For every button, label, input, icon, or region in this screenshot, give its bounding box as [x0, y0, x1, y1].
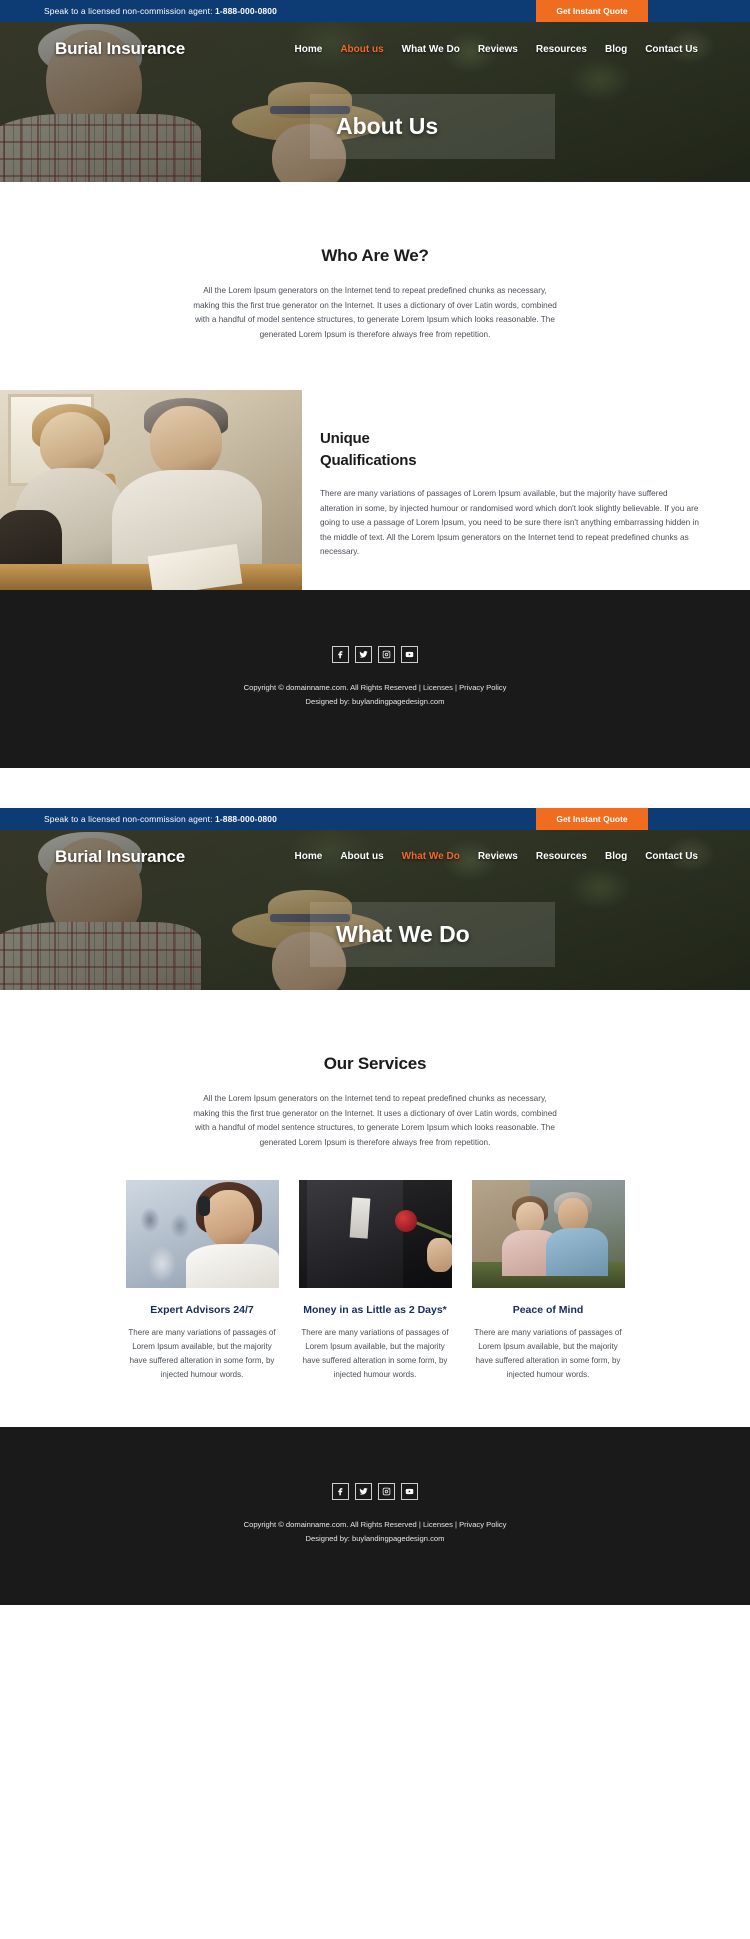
senior-couple-photo [471, 1180, 625, 1289]
top-utility-bar: Speak to a licensed non-commission agent… [0, 0, 750, 22]
who-are-we-heading: Who Are We? [321, 246, 429, 265]
service-card-title: Expert Advisors 24/7 [150, 1304, 254, 1317]
youtube-icon[interactable] [401, 646, 418, 664]
agent-phone-message: Speak to a licensed non-commission agent… [44, 6, 277, 16]
page-separator [0, 767, 750, 808]
consultation-photo [0, 390, 302, 591]
service-card-title: Money in as Little as 2 Days* [303, 1304, 447, 1317]
copyright-line[interactable]: Copyright © domainname.com. All Rights R… [0, 1518, 750, 1531]
site-logo-2[interactable]: Burial Insurance [55, 847, 185, 867]
unique-qualifications-text: Unique Qualifications There are many var… [302, 390, 750, 590]
hero-title-panel: About Us [310, 94, 555, 159]
instagram-icon[interactable] [378, 646, 395, 664]
footer-copyright-block-2: Copyright © domainname.com. All Rights R… [0, 1518, 750, 1545]
nav-item-home-2[interactable]: Home [295, 851, 323, 862]
copyright-line[interactable]: Copyright © domainname.com. All Rights R… [0, 681, 750, 694]
main-navigation-bar-2: Burial Insurance Home About us What We D… [0, 830, 750, 884]
service-card[interactable]: Peace of Mind There are many variations … [471, 1180, 625, 1381]
nav-item-blog-2[interactable]: Blog [605, 851, 627, 862]
facebook-icon[interactable] [332, 1483, 349, 1501]
nav-item-about-us[interactable]: About us [340, 44, 383, 55]
service-card-description: There are many variations of passages of… [474, 1328, 622, 1379]
hero-banner-what-we-do: Burial Insurance Home About us What We D… [0, 829, 750, 990]
twitter-icon[interactable] [355, 646, 372, 664]
nav-item-blog[interactable]: Blog [605, 44, 627, 55]
agent-message-prefix-2: Speak to a licensed non-commission agent… [44, 813, 213, 824]
youtube-icon[interactable] [401, 1483, 418, 1501]
nav-item-about-us-2[interactable]: About us [340, 851, 383, 862]
footer-copyright-block: Copyright © domainname.com. All Rights R… [0, 681, 750, 708]
page-title-what-we-do: What We Do [336, 920, 470, 947]
nav-item-what-we-do-2[interactable]: What We Do [402, 851, 460, 862]
our-services-section: Our Services All the Lorem Ipsum generat… [0, 989, 750, 1428]
nav-item-reviews[interactable]: Reviews [478, 44, 518, 55]
agent-phone-message-2: Speak to a licensed non-commission agent… [44, 814, 277, 824]
nav-links-group-2: Home About us What We Do Reviews Resourc… [295, 851, 698, 862]
nav-item-home[interactable]: Home [295, 44, 323, 55]
hero-banner-about: Burial Insurance Home About us What We D… [0, 22, 750, 182]
get-instant-quote-button[interactable]: Get Instant Quote [536, 0, 648, 22]
get-instant-quote-button-2[interactable]: Get Instant Quote [536, 807, 648, 830]
unique-qualifications-section: Unique Qualifications There are many var… [0, 390, 750, 591]
footer-about: Copyright © domainname.com. All Rights R… [0, 590, 750, 768]
designed-by-line[interactable]: Designed by: buylandingpagedesign.com [0, 695, 750, 708]
site-logo[interactable]: Burial Insurance [55, 39, 185, 59]
nav-item-resources[interactable]: Resources [536, 44, 587, 55]
service-card[interactable]: Expert Advisors 24/7 There are many vari… [125, 1180, 279, 1381]
unique-heading-line2: Qualifications [320, 451, 417, 469]
agent-phone-number[interactable]: 1-888-000-0800 [215, 6, 277, 16]
nav-item-what-we-do[interactable]: What We Do [402, 44, 460, 55]
man-with-rose-photo [298, 1180, 452, 1289]
page-about-us: Speak to a licensed non-commission agent… [0, 0, 750, 768]
twitter-icon[interactable] [355, 1483, 372, 1501]
our-services-heading: Our Services [323, 1053, 427, 1073]
social-links-row [0, 646, 750, 664]
call-center-agent-photo [125, 1180, 279, 1289]
service-card-description: There are many variations of passages of… [128, 1328, 276, 1379]
unique-heading-line1: Unique [320, 430, 370, 448]
nav-item-reviews-2[interactable]: Reviews [478, 851, 518, 862]
page-title-about: About Us [336, 113, 439, 139]
service-cards-row: Expert Advisors 24/7 There are many vari… [0, 1180, 750, 1381]
who-are-we-paragraph: All the Lorem Ipsum generators on the In… [193, 286, 557, 339]
agent-phone-number-2[interactable]: 1-888-000-0800 [215, 814, 277, 824]
agent-message-prefix: Speak to a licensed non-commission agent… [44, 6, 213, 16]
nav-item-contact-us[interactable]: Contact Us [645, 44, 698, 55]
our-services-paragraph: All the Lorem Ipsum generators on the In… [193, 1093, 557, 1147]
hero-title-panel-2: What We Do [310, 901, 555, 967]
facebook-icon[interactable] [332, 646, 349, 664]
social-links-row-2 [0, 1483, 750, 1501]
main-navigation-bar: Burial Insurance Home About us What We D… [0, 22, 750, 76]
who-are-we-section: Who Are We? All the Lorem Ipsum generato… [0, 182, 750, 343]
instagram-icon[interactable] [378, 1483, 395, 1501]
service-card[interactable]: Money in as Little as 2 Days* There are … [298, 1180, 452, 1381]
footer-what-we-do: Copyright © domainname.com. All Rights R… [0, 1427, 750, 1605]
top-utility-bar-2: Speak to a licensed non-commission agent… [0, 807, 750, 830]
unique-heading: Unique Qualifications [320, 428, 700, 471]
nav-item-contact-us-2[interactable]: Contact Us [645, 851, 698, 862]
nav-item-resources-2[interactable]: Resources [536, 851, 587, 862]
designed-by-line[interactable]: Designed by: buylandingpagedesign.com [0, 1532, 750, 1545]
service-card-title: Peace of Mind [512, 1304, 584, 1317]
service-card-description: There are many variations of passages of… [301, 1328, 449, 1379]
unique-paragraph: There are many variations of passages of… [320, 488, 699, 557]
nav-links-group: Home About us What We Do Reviews Resourc… [295, 44, 698, 55]
page-what-we-do: Speak to a licensed non-commission agent… [0, 807, 750, 1605]
